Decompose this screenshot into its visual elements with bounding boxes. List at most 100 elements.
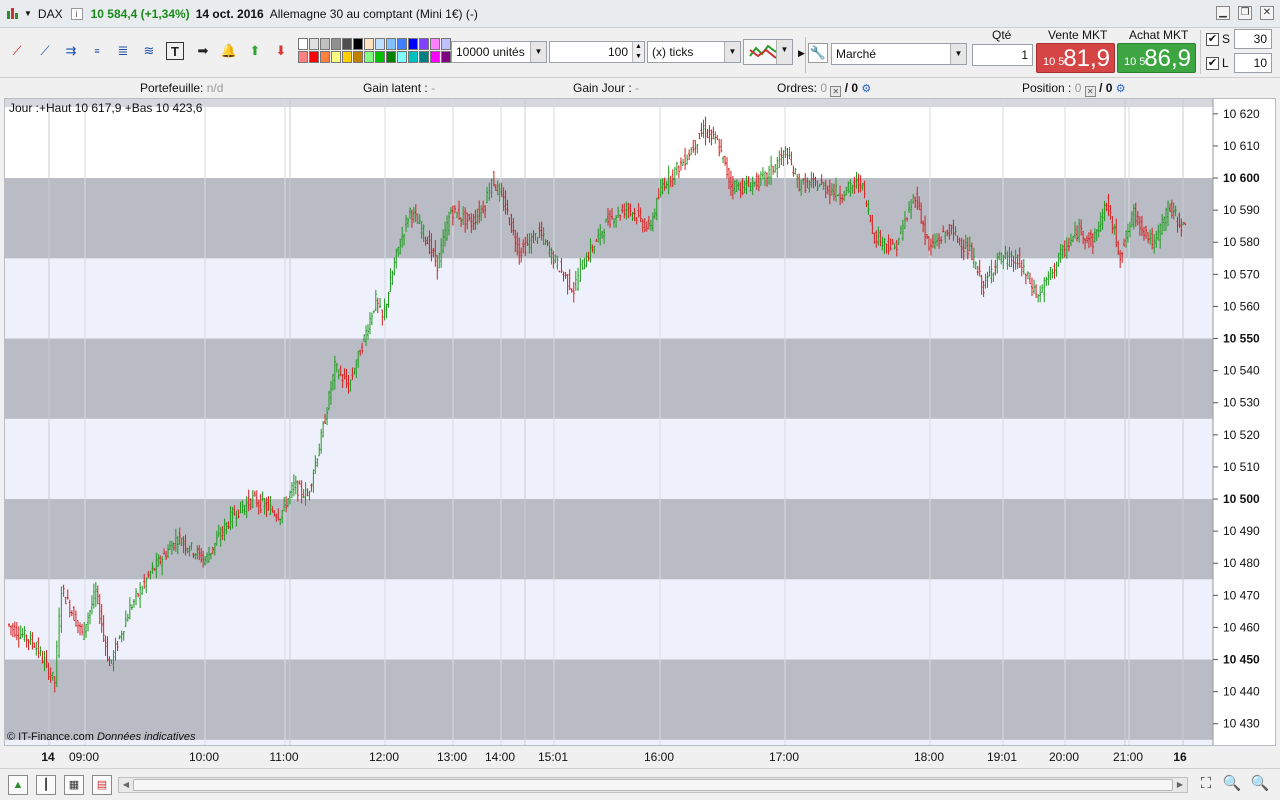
position-item[interactable]: Position : 0 ✕ / 0 ⚙ (1022, 81, 1126, 97)
ticks-select[interactable]: (x) ticks ▼ (647, 41, 741, 63)
palette-swatch[interactable] (342, 51, 352, 63)
portefeuille-item: Portefeuille: n/d (140, 81, 223, 95)
sell-arrow-icon[interactable]: ⬇ (270, 40, 292, 62)
order-type-select[interactable]: Marché ▼ (831, 43, 967, 65)
buy-market-button[interactable]: 10 5 86,9 (1117, 43, 1196, 73)
palette-swatch[interactable] (441, 38, 451, 50)
palette-swatch[interactable] (397, 51, 407, 63)
y-tick-label: 10 530 (1223, 396, 1260, 410)
panel-toggle-icon[interactable]: ▶ (798, 48, 805, 59)
restore-icon[interactable]: ❐ (1238, 6, 1252, 20)
color-palette[interactable] (298, 38, 451, 64)
palette-swatch[interactable] (375, 51, 385, 63)
chart-scrollbar[interactable]: ◀ ▶ (118, 777, 1188, 793)
fan-tool-icon[interactable]: ⟋ (6, 40, 28, 62)
palette-swatch[interactable] (320, 51, 330, 63)
palette-swatch[interactable] (342, 38, 352, 50)
chart-type-icon[interactable]: ▲ (8, 775, 28, 795)
palette-swatch[interactable] (353, 38, 363, 50)
stop-checkbox[interactable]: ✔ (1206, 33, 1219, 46)
sell-market-button[interactable]: 10 5 81,9 (1036, 43, 1115, 73)
qty-input[interactable]: 1 (972, 44, 1033, 66)
close-icon[interactable]: ✕ (1260, 6, 1274, 20)
limit-input[interactable]: 10 (1234, 53, 1272, 73)
scroll-right-icon[interactable]: ▶ (1173, 778, 1187, 792)
units-select[interactable]: 10000 unités ▼ (451, 41, 547, 63)
alert-bell-icon[interactable]: 🔔 (218, 40, 240, 62)
x-tick-label: 20:00 (1048, 750, 1080, 764)
palette-swatch[interactable] (331, 38, 341, 50)
stop-input[interactable]: 30 (1234, 29, 1272, 49)
zoom-in-icon[interactable]: 🔍 (1250, 775, 1270, 795)
zoom-fit-icon[interactable]: ⛶ (1196, 775, 1216, 795)
gear-icon[interactable]: ⚙ (861, 83, 871, 95)
palette-swatch[interactable] (430, 51, 440, 63)
gear-icon[interactable]: ⚙ (1116, 83, 1126, 95)
channel-tool-icon[interactable]: ⇉ (60, 40, 82, 62)
palette-swatch[interactable] (419, 38, 429, 50)
candles-icon[interactable]: ┃ (36, 775, 56, 795)
y-tick-label: 10 590 (1223, 203, 1260, 217)
dropdown-arrow-icon[interactable]: ▼ (24, 9, 32, 18)
chevron-down-icon[interactable]: ▼ (530, 42, 546, 62)
palette-swatch[interactable] (298, 38, 308, 50)
price-band (5, 499, 1213, 580)
chart-legend: Jour :+Haut 10 617,9 +Bas 10 423,6 (9, 101, 203, 115)
candlestick-icon[interactable] (6, 7, 20, 21)
palette-swatch[interactable] (298, 51, 308, 63)
ordres-item[interactable]: Ordres: 0 ✕ / 0 ⚙ (777, 81, 871, 97)
position-count-b: / 0 (1099, 81, 1113, 95)
buy-price-prefix: 10 5 (1124, 56, 1146, 68)
close-orders-icon[interactable]: ✕ (830, 86, 842, 97)
palette-swatch[interactable] (309, 51, 319, 63)
zoom-out-icon[interactable]: 🔍 (1222, 775, 1242, 795)
indicator-select[interactable]: ▼ (743, 39, 793, 65)
limit-checkbox[interactable]: ✔ (1206, 57, 1219, 70)
palette-swatch[interactable] (430, 38, 440, 50)
palette-swatch[interactable] (386, 51, 396, 63)
table-icon[interactable]: ▦ (64, 775, 84, 795)
scroll-left-icon[interactable]: ◀ (119, 778, 133, 792)
palette-swatch[interactable] (441, 51, 451, 63)
text-tool-icon[interactable]: T (166, 42, 184, 60)
palette-swatch[interactable] (397, 38, 407, 50)
scrollbar-thumb[interactable] (133, 779, 1173, 791)
palette-swatch[interactable] (408, 51, 418, 63)
palette-swatch[interactable] (364, 38, 374, 50)
palette-swatch[interactable] (353, 51, 363, 63)
sell-price-prefix: 10 5 (1043, 56, 1065, 68)
ordres-label: Ordres: (777, 81, 818, 95)
limit-label: L (1222, 56, 1229, 70)
arrow-tool-icon[interactable]: ➡ (192, 40, 214, 62)
x-tick-label: 14:00 (484, 750, 516, 764)
palette-swatch[interactable] (419, 51, 429, 63)
close-position-icon[interactable]: ✕ (1084, 86, 1096, 97)
gain-latent-item: Gain latent : - (363, 81, 435, 95)
spinner-arrows-icon[interactable]: ▲ ▼ (632, 42, 644, 62)
projection-tool-icon[interactable]: ≋ (138, 40, 160, 62)
palette-swatch[interactable] (309, 38, 319, 50)
chevron-down-icon[interactable]: ▼ (950, 44, 966, 64)
retracement-tool-icon[interactable]: ≣ (112, 40, 134, 62)
chart-canvas[interactable]: 10 430 10 440 10 450 10 460 10 470 10 480 10 4… (5, 99, 1275, 745)
palette-swatch[interactable] (375, 38, 385, 50)
palette-swatch[interactable] (364, 51, 374, 63)
fibonacci-tool-icon[interactable]: ≡ (86, 40, 108, 62)
minimize-icon[interactable]: ▁ (1216, 6, 1230, 20)
ordres-count-b: / 0 (844, 81, 859, 95)
price-chart[interactable]: 10 430 10 440 10 450 10 460 10 470 10 480 10 4… (4, 98, 1276, 746)
grid-icon[interactable]: ▤ (92, 775, 112, 795)
palette-swatch[interactable] (408, 38, 418, 50)
palette-swatch[interactable] (386, 38, 396, 50)
trendline-tool-icon[interactable]: ⟋ (34, 40, 56, 62)
quantity-spinner[interactable]: 100 ▲ ▼ (549, 41, 645, 63)
chevron-down-icon[interactable]: ▼ (776, 40, 792, 64)
instrument-symbol[interactable]: DAX (38, 7, 63, 21)
buy-price: 86,9 (1144, 45, 1191, 72)
palette-swatch[interactable] (331, 51, 341, 63)
palette-swatch[interactable] (320, 38, 330, 50)
wrench-icon[interactable]: 🔧 (808, 43, 828, 63)
buy-arrow-icon[interactable]: ⬆ (244, 40, 266, 62)
chevron-down-icon[interactable]: ▼ (724, 42, 740, 62)
info-icon[interactable]: i (70, 7, 83, 20)
